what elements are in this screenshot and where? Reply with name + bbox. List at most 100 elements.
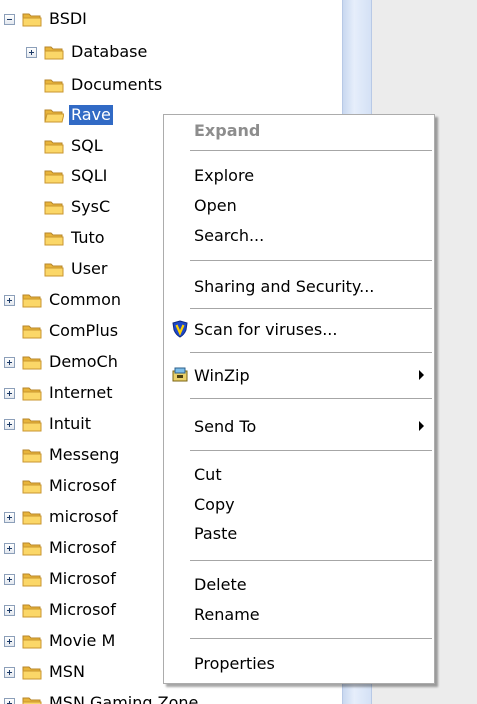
collapse-toggle-icon[interactable] [4, 13, 15, 25]
tree-item-label[interactable]: Microsof [47, 476, 118, 496]
tree-item-rave[interactable]: Rave [26, 102, 113, 128]
folder-icon [22, 294, 42, 308]
tree-item-microsof-2[interactable]: microsof [4, 504, 120, 530]
menu-item-copy[interactable]: Copy [166, 490, 432, 518]
menu-item-delete[interactable]: Delete [166, 570, 432, 598]
tree-item-database[interactable]: Database [26, 39, 149, 65]
expand-toggle-icon[interactable] [4, 356, 15, 368]
menu-item-label: WinZip [194, 365, 250, 385]
menu-item-search[interactable]: Search... [166, 221, 432, 249]
menu-item-rename[interactable]: Rename [166, 600, 432, 628]
tree-item-internet[interactable]: Internet [4, 380, 115, 406]
tree-item-label[interactable]: Common [47, 290, 123, 310]
tree-item-label[interactable]: Messeng [47, 445, 121, 465]
menu-separator [190, 450, 432, 451]
antivirus-shield-icon [172, 320, 188, 338]
folder-icon [22, 697, 42, 704]
tree-item-microsof-4[interactable]: Microsof [4, 566, 118, 592]
tree-item-label[interactable]: Microsof [47, 600, 118, 620]
folder-icon [22, 604, 42, 618]
tree-item-label[interactable]: Movie M [47, 631, 117, 651]
expand-toggle-icon[interactable] [4, 542, 15, 554]
tree-item-microsof-5[interactable]: Microsof [4, 597, 118, 623]
tree-item-label[interactable]: Intuit [47, 414, 93, 434]
menu-item-winzip[interactable]: WinZip [166, 361, 432, 389]
tree-item-label[interactable]: SysC [69, 197, 112, 217]
tree-item-democh[interactable]: DemoCh [4, 349, 120, 375]
folder-icon [44, 263, 64, 277]
tree-item-label[interactable]: Documents [69, 75, 164, 95]
menu-item-label: Delete [194, 574, 247, 594]
tree-item-microsof-1[interactable]: Microsof [4, 473, 118, 499]
expand-toggle-icon[interactable] [4, 387, 15, 399]
folder-icon [44, 232, 64, 246]
folder-icon [22, 511, 42, 525]
tree-item-label[interactable]: Tuto [69, 228, 107, 248]
expand-toggle-icon[interactable] [4, 573, 15, 585]
folder-icon [22, 325, 42, 339]
tree-item-microsof-3[interactable]: Microsof [4, 535, 118, 561]
tree-item-label-selected[interactable]: Rave [69, 105, 113, 125]
expand-toggle-icon[interactable] [26, 46, 37, 58]
tree-item-label[interactable]: BSDI [47, 9, 89, 29]
expand-toggle-icon[interactable] [4, 666, 15, 678]
menu-separator [190, 638, 432, 639]
tree-item-label[interactable]: Microsof [47, 569, 118, 589]
menu-item-open[interactable]: Open [166, 191, 432, 219]
folder-icon [44, 46, 64, 60]
folder-icon [44, 201, 64, 215]
tree-item-label[interactable]: Database [69, 42, 149, 62]
tree-item-msn[interactable]: MSN [4, 659, 87, 685]
tree-item-sqli[interactable]: SQLI [26, 163, 109, 189]
menu-item-scan-viruses[interactable]: Scan for viruses... [166, 315, 432, 343]
expand-toggle-icon[interactable] [4, 418, 15, 430]
tree-item-label[interactable]: DemoCh [47, 352, 120, 372]
folder-icon [22, 418, 42, 432]
menu-item-label: Cut [194, 464, 222, 484]
tree-item-label[interactable]: MSN Gaming Zone [47, 693, 200, 704]
tree-item-complus[interactable]: ComPlus [4, 318, 120, 344]
tree-item-msn-gaming-zone[interactable]: MSN Gaming Zone [4, 690, 200, 704]
menu-item-cut[interactable]: Cut [166, 460, 432, 488]
menu-item-label: Scan for viruses... [194, 319, 338, 339]
expand-toggle-icon[interactable] [4, 511, 15, 523]
submenu-arrow-icon [419, 421, 424, 431]
menu-separator [190, 398, 432, 399]
tree-item-tuto[interactable]: Tuto [26, 225, 107, 251]
menu-separator [190, 150, 432, 151]
tree-item-common[interactable]: Common [4, 287, 123, 313]
tree-item-user[interactable]: User [26, 256, 109, 282]
tree-item-label[interactable]: SQLI [69, 166, 109, 186]
menu-item-label: Sharing and Security... [194, 276, 375, 296]
menu-item-paste[interactable]: Paste [166, 519, 432, 547]
folder-icon [22, 573, 42, 587]
folder-icon [22, 449, 42, 463]
menu-item-sharing-security[interactable]: Sharing and Security... [166, 272, 432, 300]
tree-item-label[interactable]: MSN [47, 662, 87, 682]
tree-item-label[interactable]: User [69, 259, 109, 279]
tree-item-sysc[interactable]: SysC [26, 194, 112, 220]
tree-item-label[interactable]: Microsof [47, 538, 118, 558]
tree-item-label[interactable]: Internet [47, 383, 115, 403]
folder-icon [22, 387, 42, 401]
tree-item-label[interactable]: ComPlus [47, 321, 120, 341]
tree-item-documents[interactable]: Documents [26, 72, 164, 98]
expand-toggle-icon[interactable] [4, 604, 15, 616]
menu-item-label: Explore [194, 165, 255, 185]
menu-separator [190, 560, 432, 561]
folder-icon [44, 79, 64, 93]
menu-item-explore[interactable]: Explore [166, 161, 432, 189]
expand-toggle-icon[interactable] [4, 697, 15, 704]
tree-item-label[interactable]: SQL [69, 136, 105, 156]
tree-item-messeng[interactable]: Messeng [4, 442, 121, 468]
tree-item-label[interactable]: microsof [47, 507, 120, 527]
menu-separator [190, 308, 432, 309]
menu-item-send-to[interactable]: Send To [166, 412, 432, 440]
tree-item-bsdi[interactable]: BSDI [4, 6, 89, 32]
tree-item-sql[interactable]: SQL [26, 133, 105, 159]
expand-toggle-icon[interactable] [4, 294, 15, 306]
tree-item-intuit[interactable]: Intuit [4, 411, 93, 437]
tree-item-movie-maker[interactable]: Movie M [4, 628, 117, 654]
expand-toggle-icon[interactable] [4, 635, 15, 647]
menu-item-properties[interactable]: Properties [166, 649, 432, 677]
